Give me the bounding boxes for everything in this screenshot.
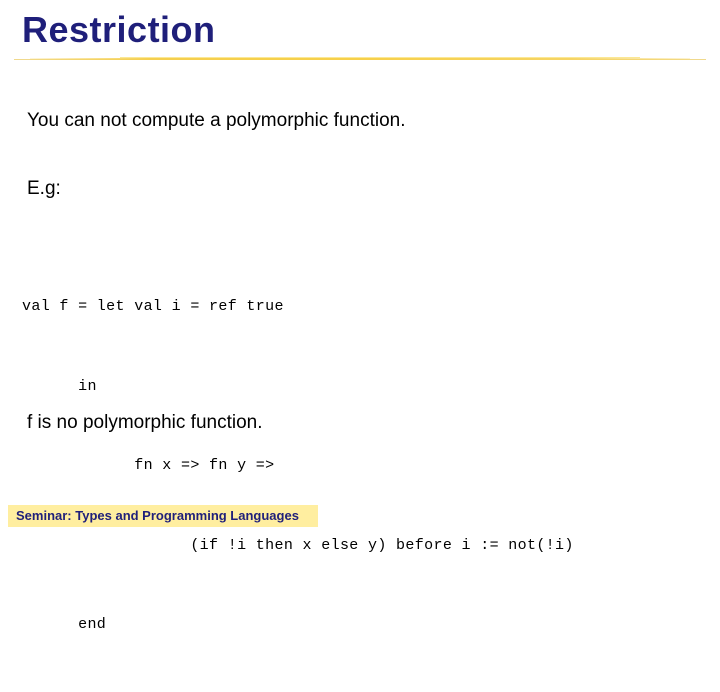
code-line: (if !i then x else y) before i := not(!i… (22, 536, 574, 554)
footer-badge: Seminar: Types and Programming Languages (8, 505, 318, 527)
code-block: val f = let val i = ref true in fn x => … (22, 241, 574, 692)
code-line: end (22, 616, 107, 633)
code-line: val f = let val i = ref true (22, 298, 284, 315)
example-label: E.g: (27, 178, 61, 199)
statement-text: You can not compute a polymorphic functi… (27, 110, 406, 131)
title-divider (0, 56, 720, 63)
page-title: Restriction (22, 9, 216, 50)
divider-thin-line (14, 59, 706, 60)
code-line: in (22, 377, 97, 395)
footer-badge-label: Seminar: Types and Programming Languages (16, 508, 299, 523)
divider-core-line (30, 58, 690, 60)
slide-canvas: Restriction You can not compute a polymo… (0, 0, 720, 633)
divider-highlight (120, 57, 640, 58)
conclusion-text: f is no polymorphic function. (27, 412, 263, 433)
code-line: fn x => fn y => (22, 457, 275, 474)
